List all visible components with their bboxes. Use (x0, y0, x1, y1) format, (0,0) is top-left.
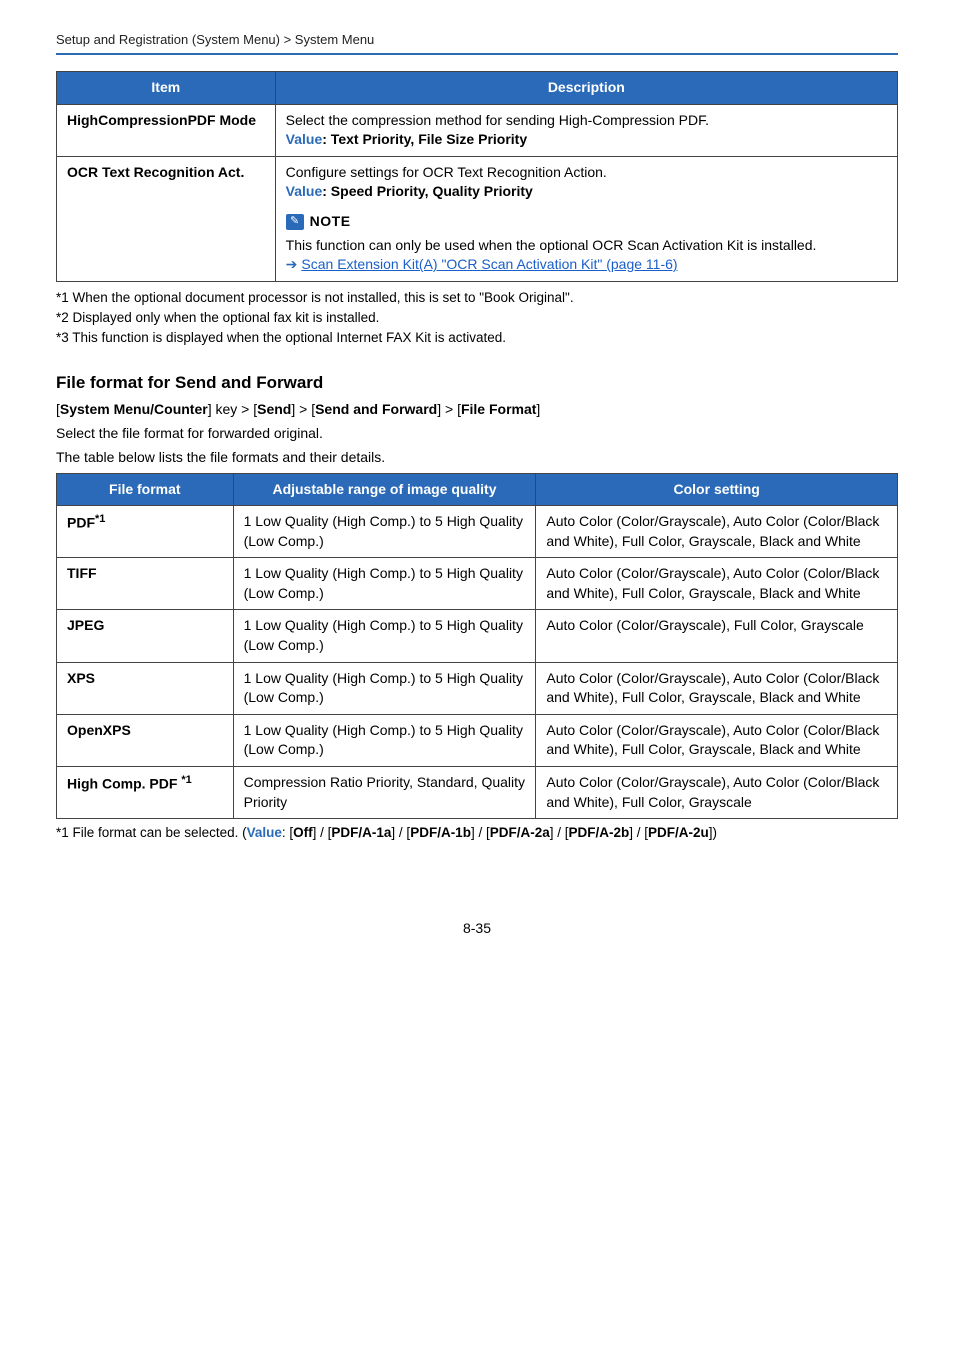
table-row: OCR Text Recognition Act.Configure setti… (57, 156, 898, 281)
breadcrumb: Setup and Registration (System Menu) > S… (56, 32, 898, 47)
table-row: High Comp. PDF *1Compression Ratio Prior… (57, 767, 898, 819)
format-openxps: OpenXPS (57, 714, 234, 766)
high-compression-pdf-mode: HighCompressionPDF Mode (57, 104, 276, 156)
format-jpeg-range: 1 Low Quality (High Comp.) to 5 High Qua… (233, 610, 536, 662)
format-tiff: TIFF (57, 558, 234, 610)
high-compression-pdf-mode-description: Select the compression method for sendin… (275, 104, 897, 156)
menu-path: [System Menu/Counter] key > [Send] > [Se… (56, 401, 898, 417)
section-title: File format for Send and Forward (56, 373, 898, 393)
table-row: XPS1 Low Quality (High Comp.) to 5 High … (57, 662, 898, 714)
format-xps-color: Auto Color (Color/Grayscale), Auto Color… (536, 662, 898, 714)
format-jpeg: JPEG (57, 610, 234, 662)
format-pdf-color: Auto Color (Color/Grayscale), Auto Color… (536, 506, 898, 558)
link-arrow-icon: ➔ (286, 256, 298, 272)
footnote-3: *3 This function is displayed when the o… (56, 328, 898, 348)
file-format-table: File format Adjustable range of image qu… (56, 473, 898, 820)
page-number: 8-35 (56, 920, 898, 936)
paragraph-2: The table below lists the file formats a… (56, 449, 898, 465)
table-row: JPEG1 Low Quality (High Comp.) to 5 High… (57, 610, 898, 662)
table-row: TIFF1 Low Quality (High Comp.) to 5 High… (57, 558, 898, 610)
table2-header-file-format: File format (57, 473, 234, 506)
note-label: NOTE (310, 212, 351, 232)
table2-header-color: Color setting (536, 473, 898, 506)
note-icon: ✎ (286, 214, 304, 230)
table1-header-description: Description (275, 72, 897, 105)
ocr-text-recognition-act: OCR Text Recognition Act. (57, 156, 276, 281)
table-row: OpenXPS1 Low Quality (High Comp.) to 5 H… (57, 714, 898, 766)
format-jpeg-color: Auto Color (Color/Grayscale), Full Color… (536, 610, 898, 662)
format-tiff-range: 1 Low Quality (High Comp.) to 5 High Qua… (233, 558, 536, 610)
format-pdf: PDF*1 (57, 506, 234, 558)
footnotes-block-1: *1 When the optional document processor … (56, 288, 898, 349)
format-openxps-range: 1 Low Quality (High Comp.) to 5 High Qua… (233, 714, 536, 766)
format-high-comp-pdf-color: Auto Color (Color/Grayscale), Auto Color… (536, 767, 898, 819)
format-high-comp-pdf-range: Compression Ratio Priority, Standard, Qu… (233, 767, 536, 819)
format-openxps-color: Auto Color (Color/Grayscale), Auto Color… (536, 714, 898, 766)
format-pdf-range: 1 Low Quality (High Comp.) to 5 High Qua… (233, 506, 536, 558)
paragraph-1: Select the file format for forwarded ori… (56, 425, 898, 441)
scan-extension-kit-link[interactable]: Scan Extension Kit(A) "OCR Scan Activati… (301, 256, 677, 272)
format-xps: XPS (57, 662, 234, 714)
format-high-comp-pdf: High Comp. PDF *1 (57, 767, 234, 819)
table-row: PDF*11 Low Quality (High Comp.) to 5 Hig… (57, 506, 898, 558)
footnote-1: *1 When the optional document processor … (56, 288, 898, 308)
header-divider (56, 53, 898, 55)
footnote-2: *2 Displayed only when the optional fax … (56, 308, 898, 328)
table1-header-item: Item (57, 72, 276, 105)
table2-header-range: Adjustable range of image quality (233, 473, 536, 506)
ocr-text-recognition-act-description: Configure settings for OCR Text Recognit… (275, 156, 897, 281)
footnote-block-2: *1 File format can be selected. (Value: … (56, 825, 898, 840)
format-tiff-color: Auto Color (Color/Grayscale), Auto Color… (536, 558, 898, 610)
format-xps-range: 1 Low Quality (High Comp.) to 5 High Qua… (233, 662, 536, 714)
item-description-table: Item Description HighCompressionPDF Mode… (56, 71, 898, 282)
table-row: HighCompressionPDF ModeSelect the compre… (57, 104, 898, 156)
